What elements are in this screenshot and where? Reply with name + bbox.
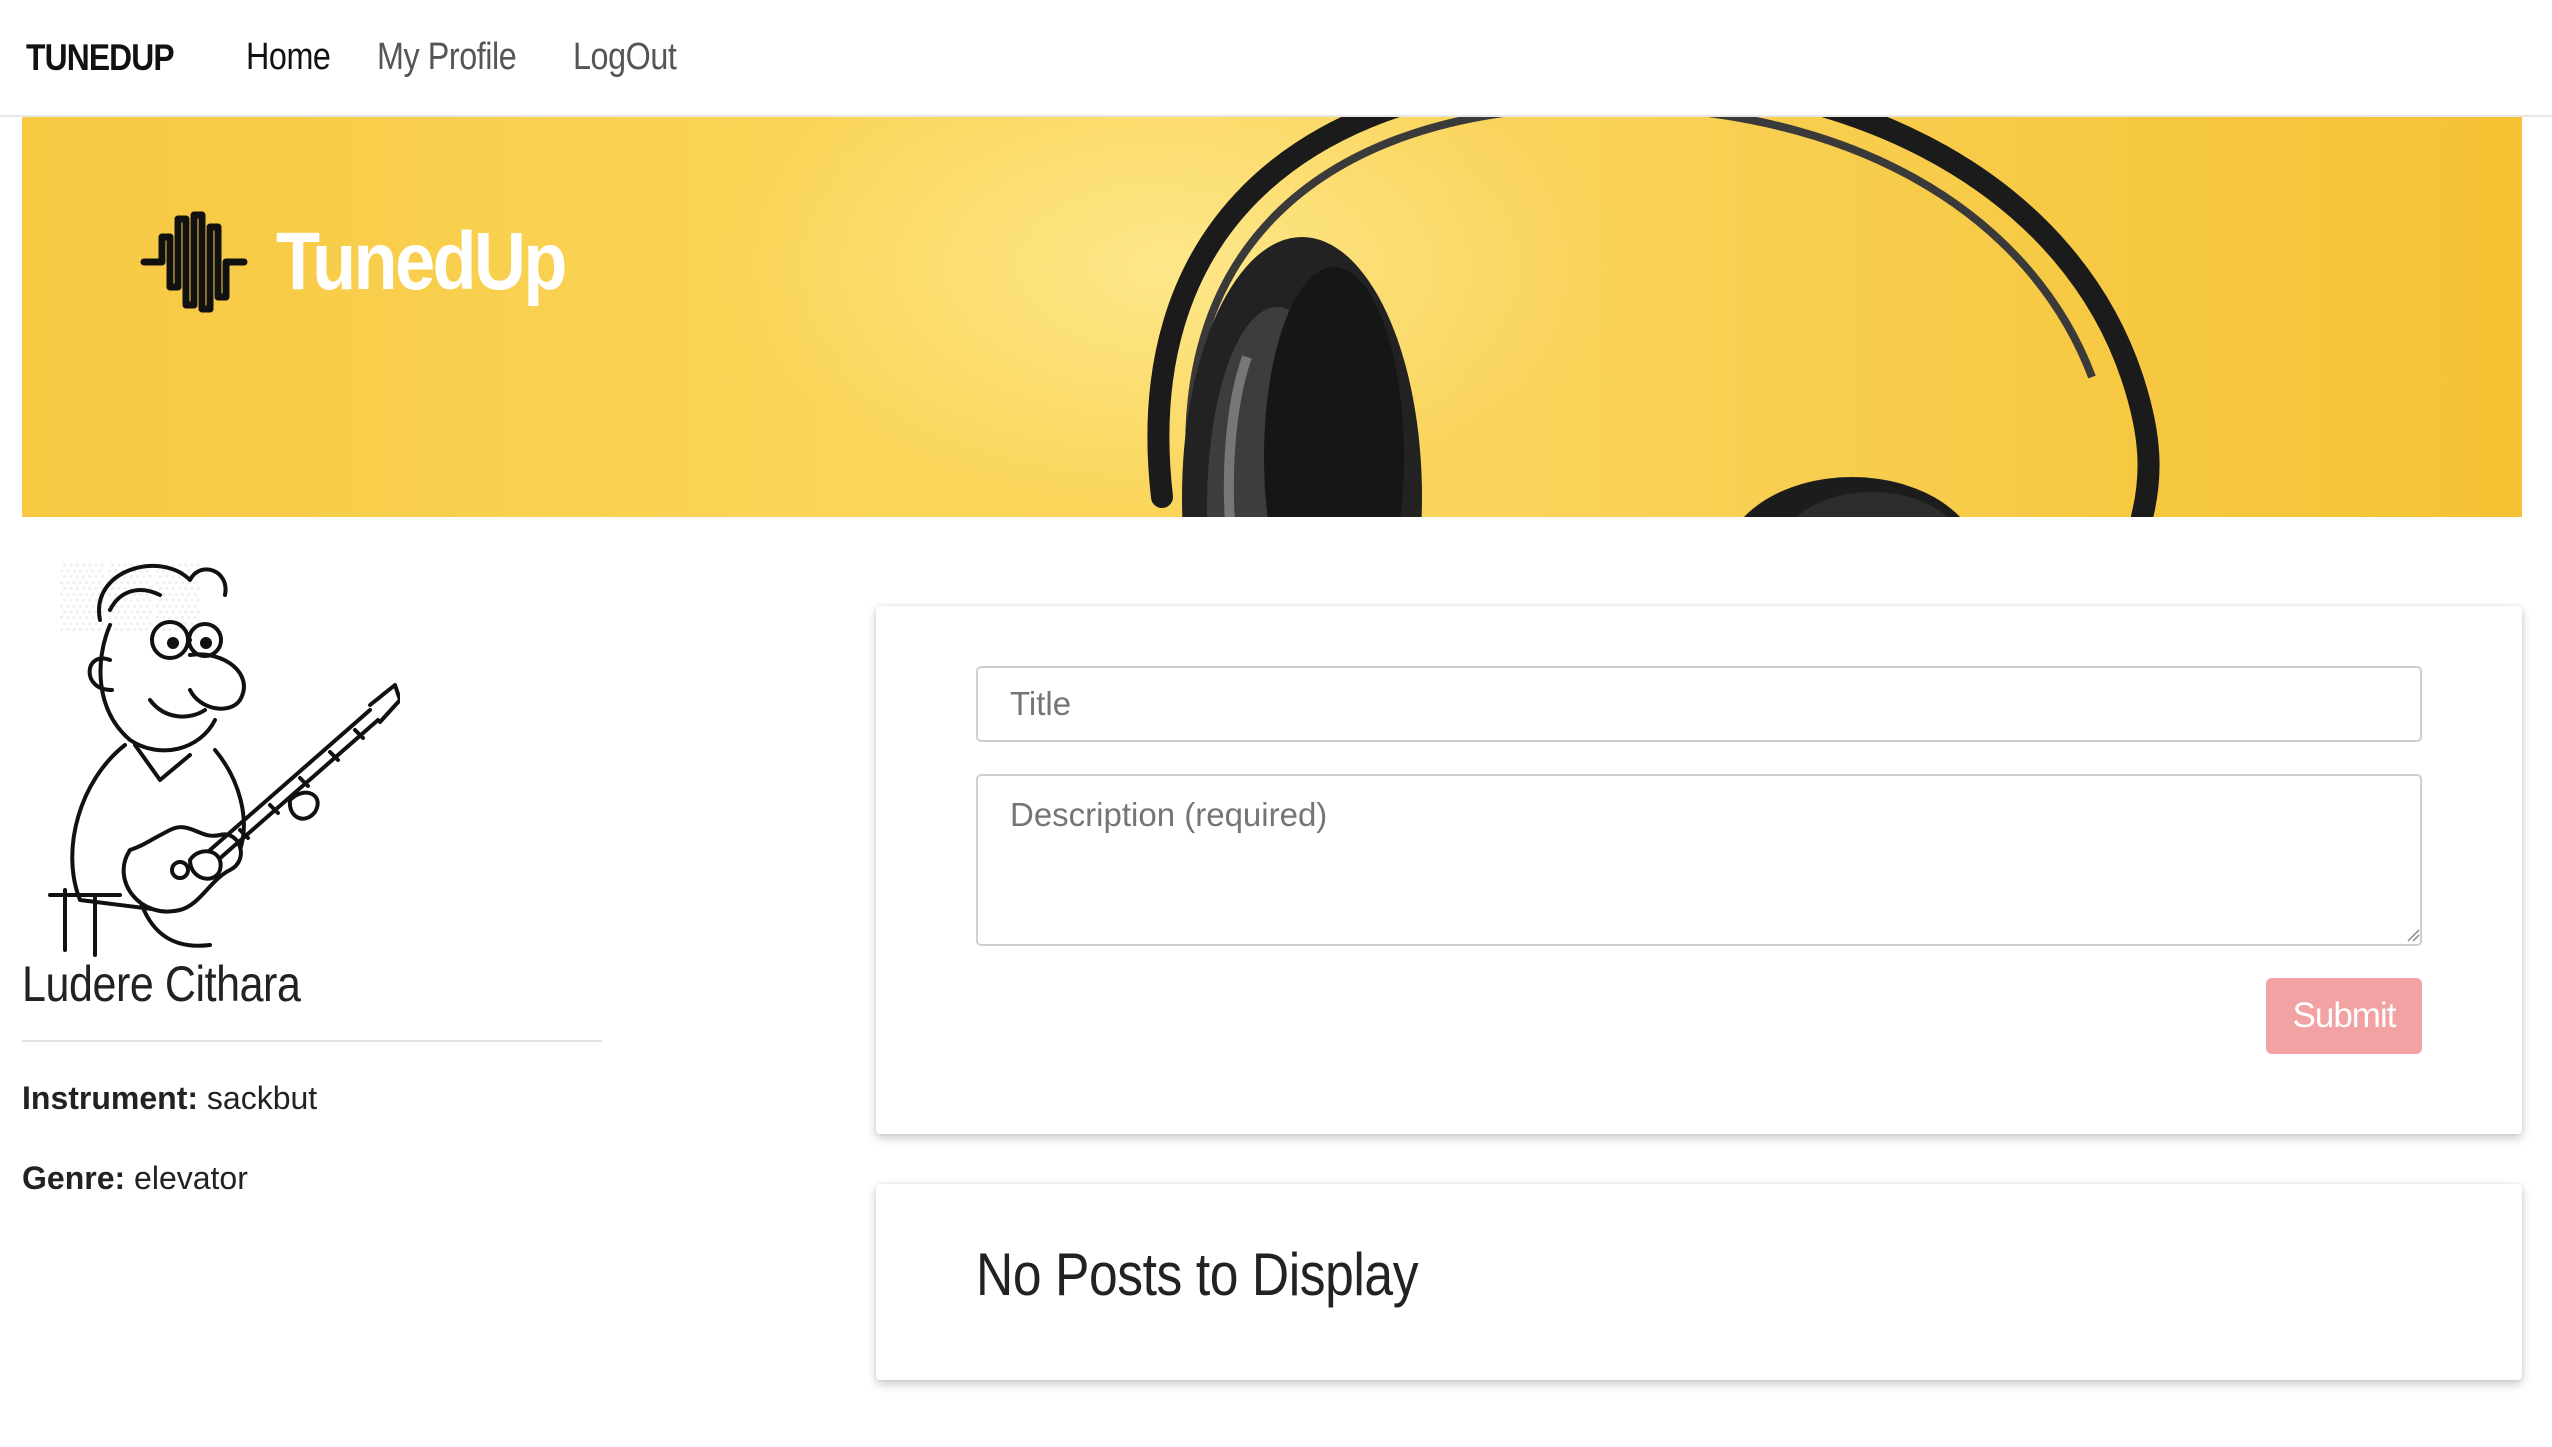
profile-instrument: Instrument: sackbut	[22, 1080, 317, 1117]
no-posts-message: No Posts to Display	[976, 1241, 1419, 1308]
profile-divider	[22, 1040, 602, 1042]
profile-name: Ludere Cithara	[22, 956, 301, 1012]
resize-grip-icon[interactable]	[2406, 928, 2420, 942]
soundwave-icon	[140, 211, 248, 313]
logo-text: TunedUp	[276, 216, 567, 307]
new-post-card: Submit	[876, 606, 2522, 1134]
profile-genre: Genre: elevator	[22, 1160, 248, 1197]
hero-banner: TunedUp	[22, 117, 2522, 517]
posts-card: No Posts to Display	[876, 1184, 2522, 1380]
nav-link-my-profile[interactable]: My Profile	[377, 36, 517, 79]
genre-value: elevator	[134, 1160, 248, 1196]
submit-button[interactable]: Submit	[2266, 978, 2422, 1054]
genre-label: Genre:	[22, 1160, 126, 1196]
instrument-value: sackbut	[206, 1080, 318, 1116]
instrument-label: Instrument:	[22, 1080, 198, 1116]
post-description-textarea[interactable]	[976, 774, 2422, 946]
navbar-brand[interactable]: TUNEDUP	[26, 37, 175, 79]
nav-link-logout[interactable]: LogOut	[573, 36, 677, 79]
avatar-watermark: ▒▒▒	[60, 561, 204, 629]
post-title-input[interactable]	[976, 666, 2422, 742]
tunedup-logo: TunedUp	[140, 207, 604, 317]
nav-link-home[interactable]: Home	[246, 36, 331, 79]
top-navbar: TUNEDUP Home My Profile LogOut	[0, 0, 2552, 117]
headphones-image	[1147, 117, 2160, 517]
